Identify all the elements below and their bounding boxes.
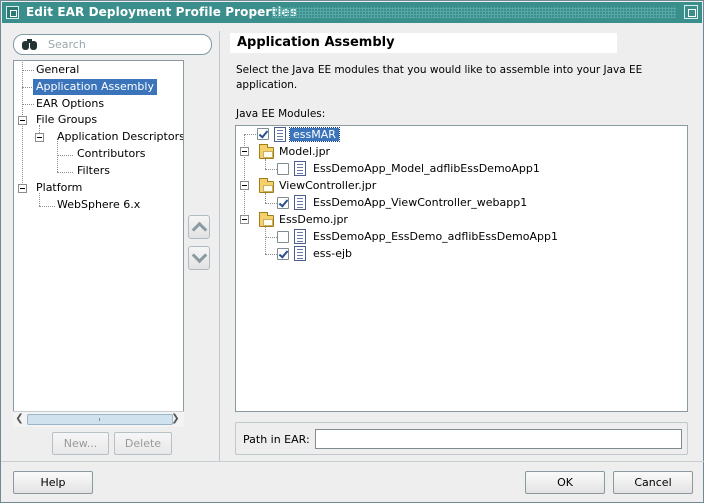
module-label-essmar[interactable]: essMAR xyxy=(289,127,340,142)
tree-connector xyxy=(57,155,73,156)
window-title: Edit EAR Deployment Profile Properties xyxy=(26,5,297,19)
move-up-button[interactable] xyxy=(188,215,210,239)
scrollbar-thumb[interactable] xyxy=(27,414,173,425)
collapse-platform-icon[interactable] xyxy=(18,184,27,193)
tree-connector xyxy=(22,70,34,71)
document-icon xyxy=(274,127,286,142)
ok-button[interactable]: OK xyxy=(525,471,605,494)
document-icon xyxy=(294,161,306,176)
tree-connector xyxy=(265,193,266,203)
scroll-left-icon[interactable]: ❮ xyxy=(13,412,26,427)
cancel-button[interactable]: Cancel xyxy=(613,471,693,494)
move-down-button[interactable] xyxy=(188,246,210,270)
nav-item-file-groups[interactable]: File Groups xyxy=(36,112,97,128)
tree-connector xyxy=(265,159,266,169)
tree-connector xyxy=(57,141,58,172)
module-label-essdemo[interactable]: EssDemo.jpr xyxy=(279,211,348,228)
folder-icon xyxy=(259,212,274,227)
collapse-viewcontroller-icon[interactable] xyxy=(240,181,249,190)
document-icon xyxy=(294,246,306,261)
binoculars-icon xyxy=(21,38,39,52)
nav-horizontal-scrollbar[interactable]: ❮ ❯ xyxy=(13,411,184,427)
tree-connector xyxy=(22,104,34,105)
maximize-icon[interactable] xyxy=(684,5,698,19)
module-label-model[interactable]: Model.jpr xyxy=(279,143,330,160)
help-button-label: Help xyxy=(40,476,66,489)
footer-divider xyxy=(1,461,704,462)
path-in-ear-input[interactable] xyxy=(315,429,682,449)
modules-label: Java EE Modules: xyxy=(236,108,326,120)
path-label: Path in EAR: xyxy=(243,433,310,446)
nav-item-application-descriptors[interactable]: Application Descriptors xyxy=(57,129,183,145)
collapse-application-descriptors-icon[interactable] xyxy=(35,133,44,142)
nav-item-ear-options[interactable]: EAR Options xyxy=(36,96,104,112)
tree-connector xyxy=(265,227,266,254)
module-checkbox-model-adflib[interactable] xyxy=(277,163,289,175)
module-checkbox-ess-ejb[interactable] xyxy=(277,248,289,260)
path-group: Path in EAR: xyxy=(235,422,688,455)
collapse-model-icon[interactable] xyxy=(240,147,249,156)
help-button[interactable]: Help xyxy=(13,471,93,494)
dialog-window: Edit EAR Deployment Profile Properties S… xyxy=(0,0,704,503)
window-menu-icon[interactable] xyxy=(6,6,19,19)
module-checkbox-essmar[interactable] xyxy=(257,128,269,140)
folder-icon xyxy=(259,178,274,193)
module-label-viewcontroller-webapp[interactable]: EssDemoApp_ViewController_webapp1 xyxy=(313,194,527,211)
title-bar: Edit EAR Deployment Profile Properties xyxy=(2,2,702,23)
panel-splitter[interactable] xyxy=(219,31,220,462)
module-label-viewcontroller[interactable]: ViewController.jpr xyxy=(279,177,376,194)
nav-item-websphere[interactable]: WebSphere 6.x xyxy=(57,197,140,213)
ok-button-label: OK xyxy=(557,476,573,489)
document-icon xyxy=(294,195,306,210)
cancel-button-label: Cancel xyxy=(634,476,672,489)
tree-connector xyxy=(57,172,73,173)
nav-item-filters[interactable]: Filters xyxy=(77,163,110,179)
module-checkbox-essdemo-adflib[interactable] xyxy=(277,231,289,243)
module-label-model-adflib[interactable]: EssDemoApp_Model_adflibEssDemoApp1 xyxy=(313,160,540,177)
navigation-tree: General Application Assembly EAR Options… xyxy=(13,60,184,427)
nav-item-platform[interactable]: Platform xyxy=(36,180,82,196)
modules-tree: essMAR Model.jpr EssDemoApp_Model_adflib… xyxy=(235,125,688,412)
nav-item-contributors[interactable]: Contributors xyxy=(77,146,146,162)
document-icon xyxy=(294,229,306,244)
tree-connector xyxy=(22,62,23,193)
search-input[interactable]: Search xyxy=(48,38,86,51)
collapse-file-groups-icon[interactable] xyxy=(18,116,27,125)
module-label-ess-ejb[interactable]: ess-ejb xyxy=(313,245,352,262)
module-label-essdemo-adflib[interactable]: EssDemoApp_EssDemo_adflibEssDemoApp1 xyxy=(313,228,558,245)
delete-button-label: Delete xyxy=(124,437,162,450)
nav-item-application-assembly[interactable]: Application Assembly xyxy=(33,79,157,95)
tree-connector xyxy=(39,206,55,207)
new-button-label: New... xyxy=(63,437,98,450)
search-box[interactable]: Search xyxy=(13,34,212,55)
page-title: Application Assembly xyxy=(230,33,617,53)
nav-item-general[interactable]: General xyxy=(36,62,79,78)
collapse-essdemo-icon[interactable] xyxy=(240,215,249,224)
delete-button[interactable]: Delete xyxy=(114,432,172,455)
scroll-right-icon[interactable]: ❯ xyxy=(169,412,182,427)
new-button[interactable]: New... xyxy=(52,432,109,455)
module-checkbox-viewcontroller-webapp[interactable] xyxy=(277,197,289,209)
title-bar-grip xyxy=(272,7,676,18)
page-description: Select the Java EE modules that you woul… xyxy=(236,64,643,91)
folder-icon xyxy=(259,144,274,159)
